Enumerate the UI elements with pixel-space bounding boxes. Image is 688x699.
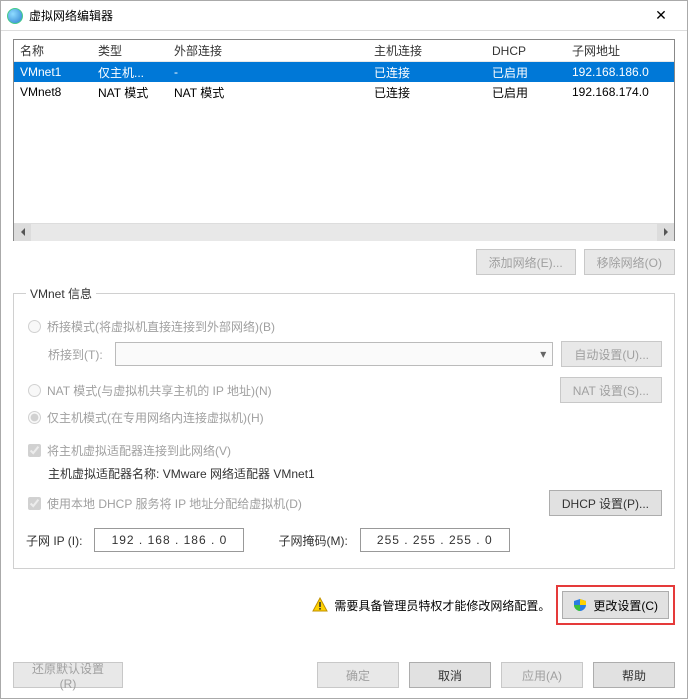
cancel-button[interactable]: 取消 bbox=[409, 662, 491, 688]
virtual-network-editor-window: 虚拟网络编辑器 ✕ 名称 类型 外部连接 主机连接 DHCP 子网地址 VMne… bbox=[0, 0, 688, 699]
nat-settings-button: NAT 设置(S)... bbox=[560, 377, 662, 403]
subnet-ip-input[interactable]: 192 . 168 . 186 . 0 bbox=[94, 528, 244, 552]
hostonly-mode-option: 仅主机模式(在专用网络内连接虚拟机)(H) bbox=[26, 409, 662, 426]
horizontal-scrollbar[interactable] bbox=[14, 223, 674, 240]
group-legend: VMnet 信息 bbox=[26, 285, 96, 302]
change-settings-button[interactable]: 更改设置(C) bbox=[562, 591, 669, 619]
cell-dhcp: 已启用 bbox=[486, 64, 566, 81]
cell-type: NAT 模式 bbox=[92, 84, 168, 101]
cell-host: 已连接 bbox=[368, 64, 486, 81]
scroll-track[interactable] bbox=[31, 224, 657, 241]
cell-host: 已连接 bbox=[368, 84, 486, 101]
auto-settings-button: 自动设置(U)... bbox=[561, 341, 662, 367]
nat-mode-radio bbox=[28, 384, 41, 397]
col-host[interactable]: 主机连接 bbox=[368, 42, 486, 59]
cell-dhcp: 已启用 bbox=[486, 84, 566, 101]
cell-subnet: 192.168.186.0 bbox=[566, 65, 674, 79]
bridged-to-select: ▾ bbox=[115, 342, 554, 366]
close-icon[interactable]: ✕ bbox=[641, 7, 681, 24]
connect-host-adapter-checkbox bbox=[28, 444, 41, 457]
col-subnet[interactable]: 子网地址 bbox=[566, 42, 674, 59]
host-adapter-name-value: VMware 网络适配器 VMnet1 bbox=[163, 467, 315, 481]
scroll-left-icon[interactable] bbox=[14, 224, 31, 241]
help-button[interactable]: 帮助 bbox=[593, 662, 675, 688]
col-name[interactable]: 名称 bbox=[14, 42, 92, 59]
vmnet-info-group: VMnet 信息 桥接模式(将虚拟机直接连接到外部网络)(B) 桥接到(T): … bbox=[13, 285, 675, 569]
connect-host-adapter-label: 将主机虚拟适配器连接到此网络(V) bbox=[47, 442, 231, 459]
subnet-mask-label: 子网掩码(M): bbox=[278, 532, 347, 549]
table-row[interactable]: VMnet1仅主机...-已连接已启用192.168.186.0 bbox=[14, 62, 674, 82]
host-adapter-name-label: 主机虚拟适配器名称: bbox=[48, 467, 159, 481]
cell-external: - bbox=[168, 65, 368, 79]
add-network-button: 添加网络(E)... bbox=[476, 249, 576, 275]
warning-icon bbox=[312, 597, 328, 613]
chevron-down-icon: ▾ bbox=[540, 347, 546, 361]
restore-defaults-button: 还原默认设置(R) bbox=[13, 662, 123, 688]
table-body: VMnet1仅主机...-已连接已启用192.168.186.0VMnet8NA… bbox=[14, 62, 674, 223]
scroll-right-icon[interactable] bbox=[657, 224, 674, 241]
col-external[interactable]: 外部连接 bbox=[168, 42, 368, 59]
use-local-dhcp-option: 使用本地 DHCP 服务将 IP 地址分配给虚拟机(D) bbox=[26, 495, 302, 512]
remove-network-button: 移除网络(O) bbox=[584, 249, 675, 275]
cell-name: VMnet1 bbox=[14, 65, 92, 79]
ok-button: 确定 bbox=[317, 662, 399, 688]
change-settings-label: 更改设置(C) bbox=[593, 597, 658, 614]
app-icon bbox=[7, 8, 23, 24]
cell-subnet: 192.168.174.0 bbox=[566, 85, 674, 99]
table-row[interactable]: VMnet8NAT 模式NAT 模式已连接已启用192.168.174.0 bbox=[14, 82, 674, 102]
use-local-dhcp-label: 使用本地 DHCP 服务将 IP 地址分配给虚拟机(D) bbox=[47, 495, 302, 512]
window-title: 虚拟网络编辑器 bbox=[29, 7, 641, 24]
use-local-dhcp-checkbox bbox=[28, 497, 41, 510]
host-adapter-name-row: 主机虚拟适配器名称: VMware 网络适配器 VMnet1 bbox=[26, 465, 662, 482]
cell-external: NAT 模式 bbox=[168, 84, 368, 101]
subnet-mask-input[interactable]: 255 . 255 . 255 . 0 bbox=[360, 528, 510, 552]
col-type[interactable]: 类型 bbox=[92, 42, 168, 59]
titlebar: 虚拟网络编辑器 ✕ bbox=[1, 1, 687, 31]
cell-type: 仅主机... bbox=[92, 64, 168, 81]
hostonly-mode-radio bbox=[28, 411, 41, 424]
nat-mode-label: NAT 模式(与虚拟机共享主机的 IP 地址)(N) bbox=[47, 382, 272, 399]
network-table: 名称 类型 外部连接 主机连接 DHCP 子网地址 VMnet1仅主机...-已… bbox=[13, 39, 675, 241]
dialog-footer: 还原默认设置(R) 确定 取消 应用(A) 帮助 bbox=[1, 656, 687, 698]
shield-icon bbox=[573, 598, 587, 612]
col-dhcp[interactable]: DHCP bbox=[486, 44, 566, 58]
nat-mode-option: NAT 模式(与虚拟机共享主机的 IP 地址)(N) bbox=[26, 382, 272, 399]
cell-name: VMnet8 bbox=[14, 85, 92, 99]
table-header: 名称 类型 外部连接 主机连接 DHCP 子网地址 bbox=[14, 40, 674, 62]
bridged-mode-radio bbox=[28, 320, 41, 333]
subnet-ip-label: 子网 IP (I): bbox=[26, 532, 82, 549]
hostonly-mode-label: 仅主机模式(在专用网络内连接虚拟机)(H) bbox=[47, 409, 264, 426]
apply-button: 应用(A) bbox=[501, 662, 583, 688]
connect-host-adapter-option: 将主机虚拟适配器连接到此网络(V) bbox=[26, 442, 662, 459]
admin-warning-text: 需要具备管理员特权才能修改网络配置。 bbox=[334, 597, 550, 614]
bridged-mode-option: 桥接模式(将虚拟机直接连接到外部网络)(B) bbox=[26, 318, 662, 335]
change-settings-highlight: 更改设置(C) bbox=[556, 585, 675, 625]
dhcp-settings-button[interactable]: DHCP 设置(P)... bbox=[549, 490, 662, 516]
bridged-to-label: 桥接到(T): bbox=[48, 346, 103, 363]
bridged-mode-label: 桥接模式(将虚拟机直接连接到外部网络)(B) bbox=[47, 318, 275, 335]
